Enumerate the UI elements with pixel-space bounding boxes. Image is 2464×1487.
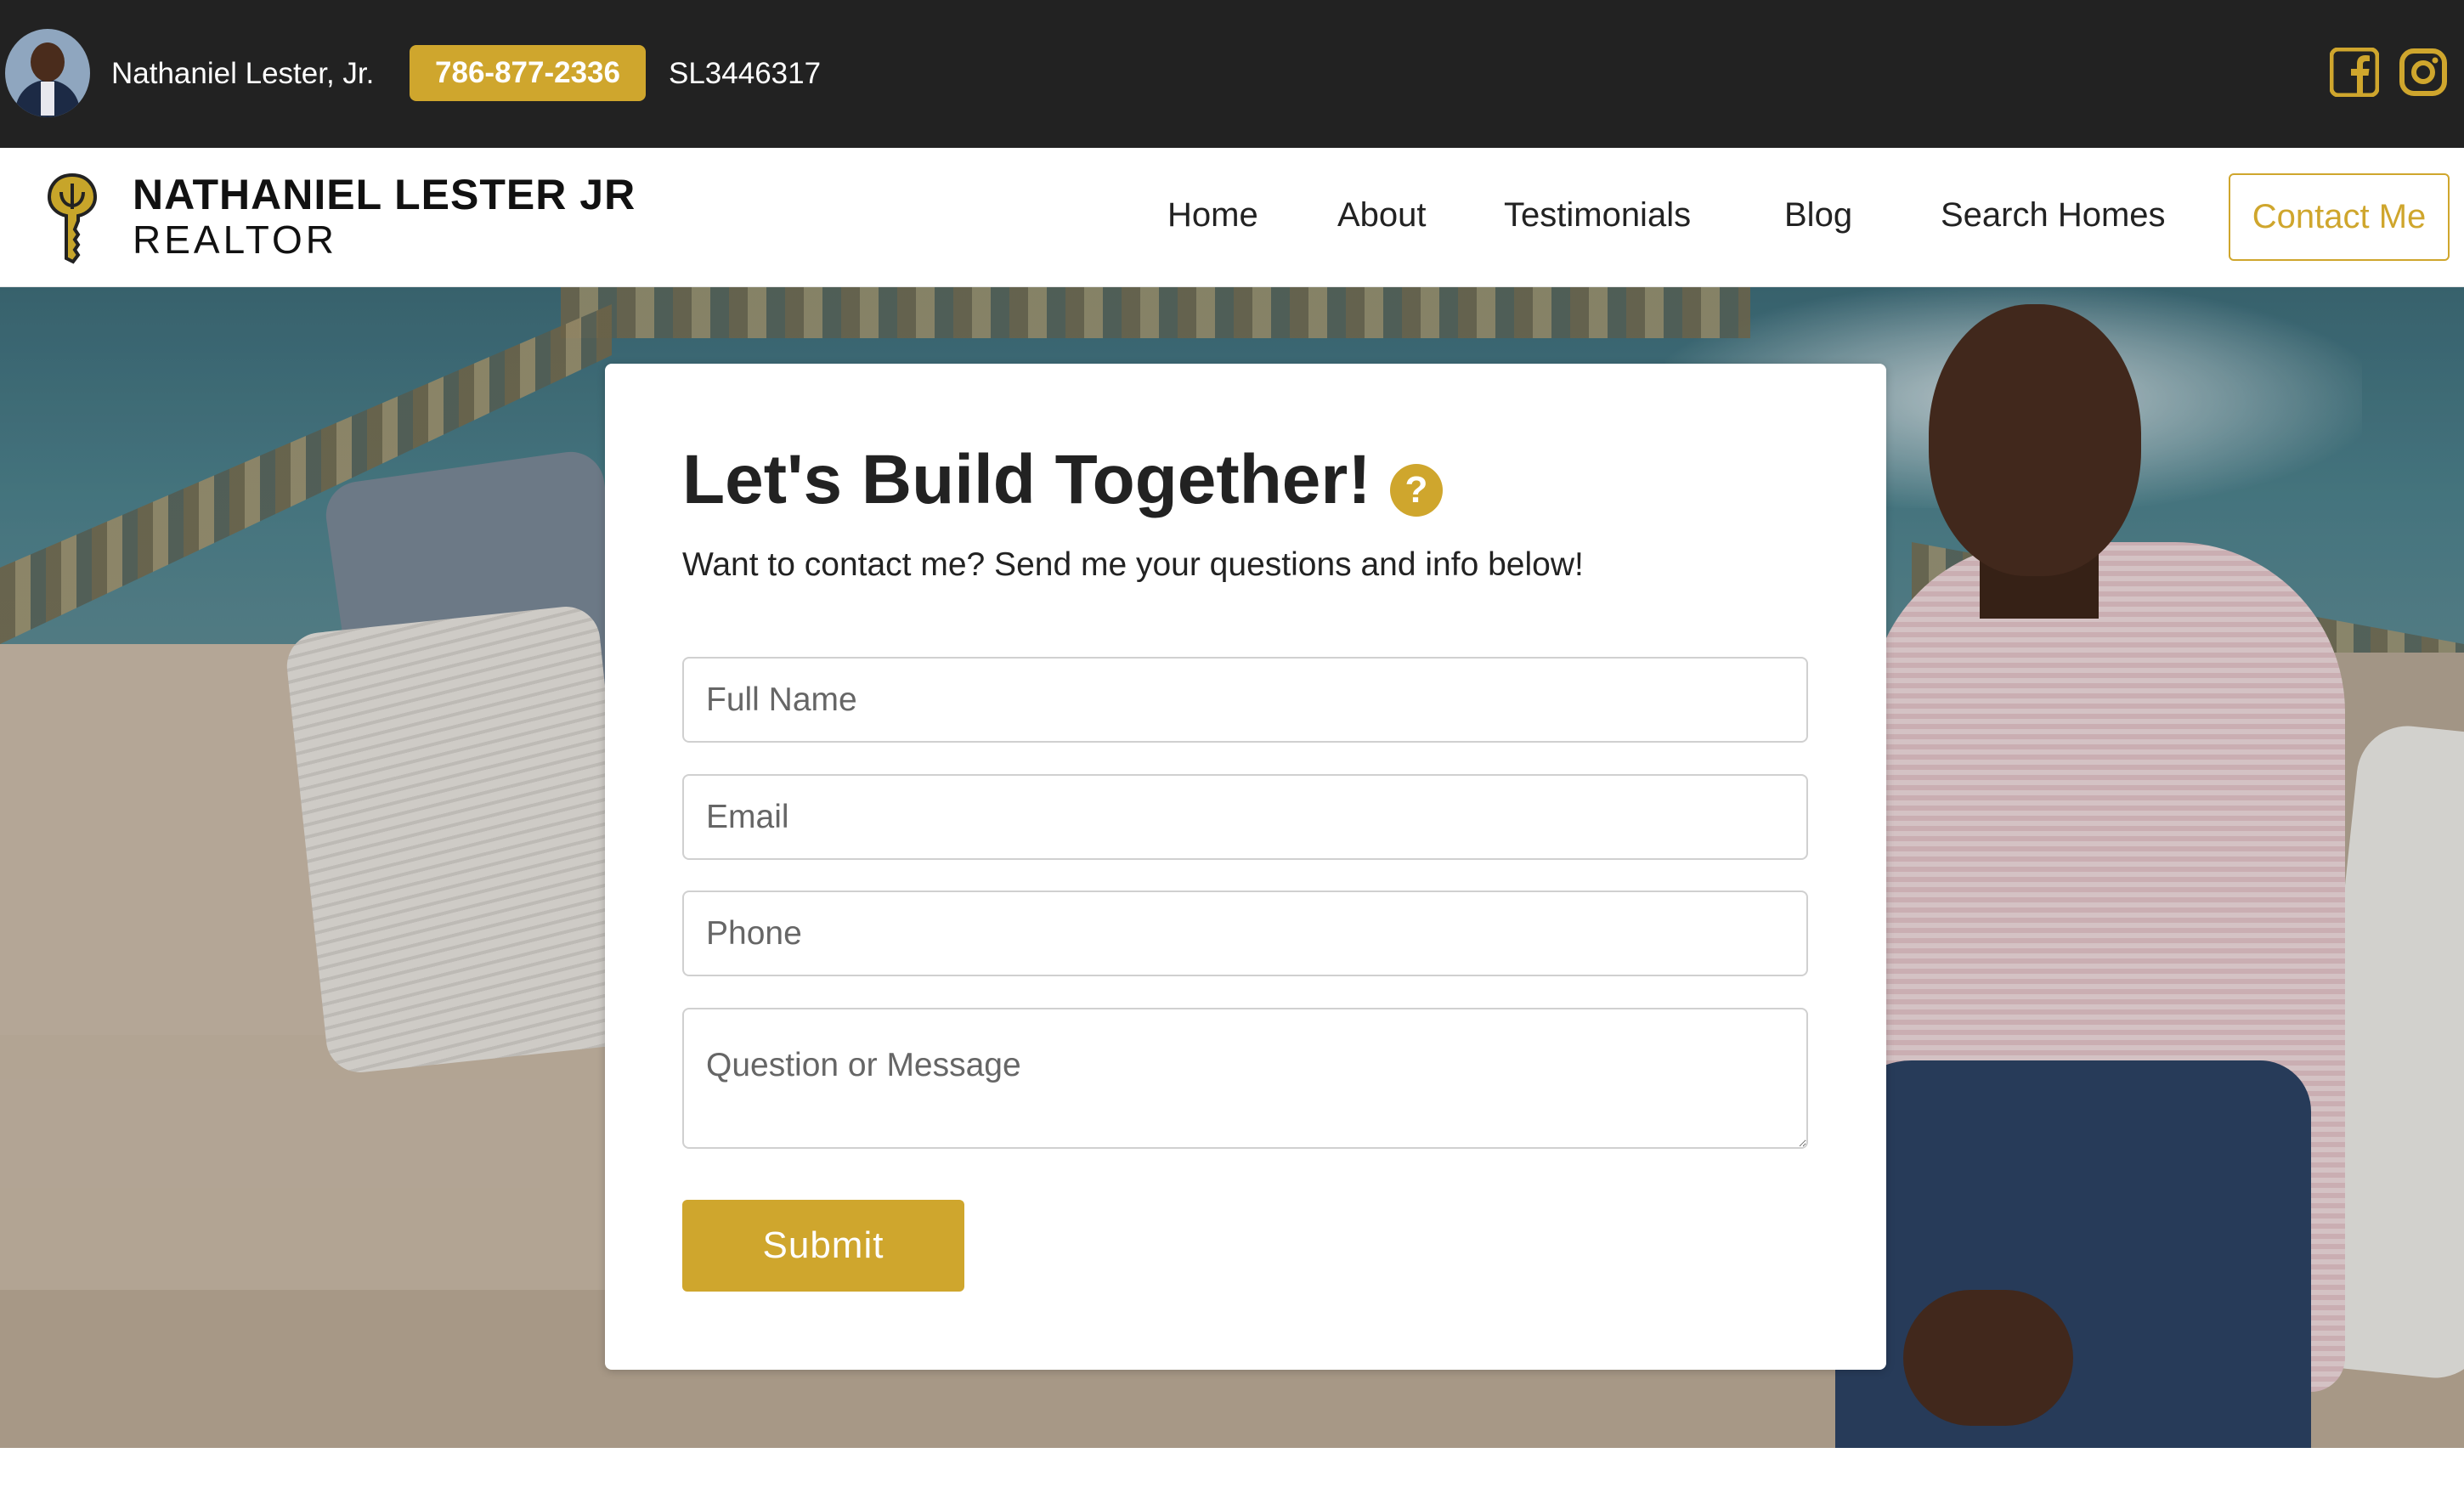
nav-contact-button[interactable]: Contact Me: [2229, 173, 2450, 261]
form-title: Let's Build Together!: [682, 441, 1371, 518]
phone-button[interactable]: 786-877-2336: [410, 45, 646, 101]
nav-blog[interactable]: Blog: [1784, 196, 1852, 235]
brand-name[interactable]: NATHANIEL LESTER JR: [133, 170, 636, 219]
instagram-icon[interactable]: [2399, 48, 2448, 97]
submit-button[interactable]: Submit: [682, 1200, 964, 1292]
avatar-shirt: [41, 82, 54, 116]
nav-about[interactable]: About: [1337, 196, 1427, 235]
key-icon[interactable]: [42, 170, 102, 265]
help-icon[interactable]: ?: [1390, 464, 1443, 517]
license-number: SL3446317: [669, 57, 822, 90]
agent-name: Nathaniel Lester, Jr.: [111, 57, 375, 90]
brand-tagline: REALTOR: [133, 218, 338, 262]
nav-testimonials[interactable]: Testimonials: [1504, 196, 1691, 235]
phone-input[interactable]: [682, 891, 1808, 976]
full-name-input[interactable]: [682, 657, 1808, 743]
nav-home[interactable]: Home: [1167, 196, 1258, 235]
form-subtitle: Want to contact me? Send me your questio…: [682, 546, 1584, 583]
facebook-icon[interactable]: [2329, 47, 2380, 98]
email-input[interactable]: [682, 774, 1808, 860]
avatar-head: [31, 42, 65, 82]
message-textarea[interactable]: [682, 1008, 1808, 1149]
top-bar: Nathaniel Lester, Jr. 786-877-2336 SL344…: [0, 0, 2464, 148]
nav-search-homes[interactable]: Search Homes: [1941, 196, 2166, 235]
agent-avatar: [5, 29, 90, 117]
